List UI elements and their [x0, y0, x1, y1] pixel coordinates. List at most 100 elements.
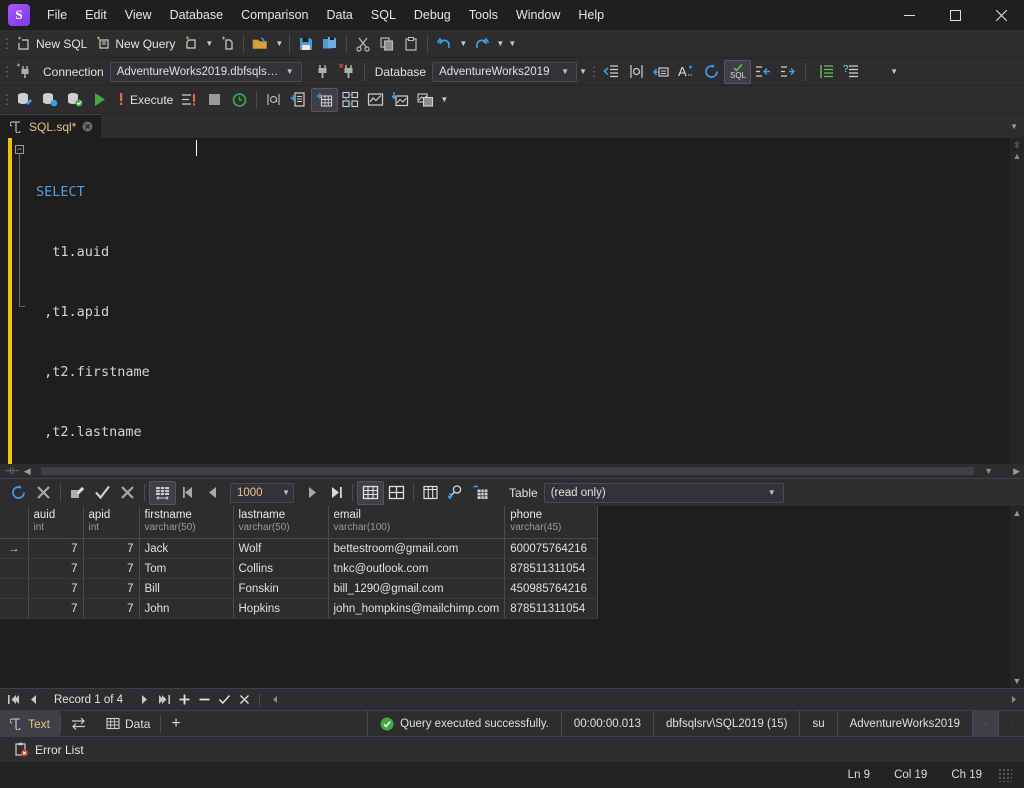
at-comment-button[interactable]	[624, 60, 649, 84]
results-cancel-button[interactable]	[31, 481, 56, 505]
connect-button[interactable]	[310, 60, 335, 84]
db-edit-button[interactable]	[12, 88, 37, 112]
row-selector[interactable]	[0, 598, 29, 619]
cell-auid[interactable]: 7	[28, 538, 84, 559]
menu-item-debug[interactable]: Debug	[405, 4, 460, 26]
last-record-icon[interactable]	[155, 691, 173, 709]
menu-item-edit[interactable]: Edit	[76, 4, 116, 26]
menu-item-help[interactable]: Help	[569, 4, 613, 26]
menu-item-file[interactable]: File	[38, 4, 76, 26]
row-selector[interactable]	[0, 558, 29, 579]
scroll-left-icon[interactable]: ◀	[24, 466, 31, 477]
layout-split-button[interactable]	[972, 711, 998, 736]
connection-toolbar-grip-2[interactable]	[589, 61, 599, 83]
hscroll-thumb[interactable]	[40, 467, 975, 475]
paste-button[interactable]	[399, 32, 423, 56]
cell-firstname[interactable]: John	[139, 598, 234, 619]
code-text[interactable]: SELECT t1.auid ,t1.apid ,t2.firstname ,t…	[28, 138, 1010, 464]
toolbar-grip[interactable]	[2, 33, 12, 55]
recnav-scroll-left-icon[interactable]	[266, 691, 284, 709]
row-limit-input[interactable]: 1000 ▼	[230, 482, 294, 503]
disconnect-button[interactable]	[335, 60, 360, 84]
outdent-button[interactable]	[751, 60, 776, 84]
cell-email[interactable]: bill_1290@gmail.com	[328, 578, 506, 599]
new-connection-button[interactable]	[12, 60, 37, 84]
first-record-icon[interactable]	[4, 691, 22, 709]
cell-lastname[interactable]: Collins	[233, 558, 329, 579]
editor-horizontal-scrollbar[interactable]: ⊣⊢ ◀ ▼ ▶	[0, 464, 1024, 478]
cell-lastname[interactable]: Fonskin	[233, 578, 329, 599]
grid-mode-button[interactable]	[149, 480, 176, 505]
new-doc-button[interactable]	[215, 32, 239, 56]
delete-record-icon[interactable]	[195, 691, 213, 709]
code-editor[interactable]: − SELECT t1.auid ,t1.apid ,t2.firstname …	[0, 138, 1024, 464]
cell-firstname[interactable]: Tom	[139, 558, 234, 579]
execute-button[interactable]: Execute	[112, 88, 177, 112]
cell-email[interactable]: bettestroom@gmail.com	[328, 538, 506, 559]
indent-block-button[interactable]	[599, 60, 624, 84]
minimize-icon[interactable]	[886, 0, 932, 30]
grid-table-container[interactable]: auid int apid int firstname varchar(50)	[0, 506, 1010, 688]
table-select[interactable]: (read only) ▼	[543, 482, 784, 503]
table-row[interactable]: 7 7 Bill Fonskin bill_1290@gmail.com 450…	[0, 578, 599, 599]
copy-grid-button[interactable]	[413, 88, 438, 112]
rollback-button[interactable]	[115, 481, 140, 505]
execute-toolbar-grip[interactable]	[2, 89, 12, 111]
execute-toolbar-overflow[interactable]: ▼	[438, 88, 450, 112]
cancel-edit-icon[interactable]	[235, 691, 253, 709]
grid-scroll-up-icon[interactable]: ▲	[1013, 508, 1022, 518]
columns-button[interactable]	[418, 481, 443, 505]
prev-record-icon[interactable]	[24, 691, 42, 709]
menu-item-database[interactable]: Database	[161, 4, 233, 26]
new-file-dropdown[interactable]: ▼	[203, 32, 215, 56]
column-header-firstname[interactable]: firstname varchar(50)	[139, 506, 234, 539]
cell-firstname[interactable]: Jack	[139, 538, 234, 559]
add-tab-button[interactable]: +	[161, 711, 190, 736]
bookmark-button[interactable]	[649, 60, 674, 84]
menu-item-tools[interactable]: Tools	[460, 4, 507, 26]
tabstrip-overflow[interactable]: ▼	[1010, 114, 1024, 138]
split-editor-icon[interactable]: ⊣⊢	[4, 466, 20, 477]
grid-scroll-down-icon[interactable]: ▼	[1013, 676, 1022, 686]
connection-toolbar-grip[interactable]	[2, 61, 12, 83]
editor-vertical-scrollbar[interactable]: ⇳ ▲	[1010, 138, 1024, 464]
fold-toggle-icon[interactable]: −	[15, 145, 24, 154]
redo-dropdown[interactable]: ▼	[494, 32, 506, 56]
database-select[interactable]: AdventureWorks2019 ▼	[432, 61, 578, 82]
db-check-button[interactable]	[62, 88, 87, 112]
column-header-auid[interactable]: auid int	[28, 506, 84, 539]
menu-item-window[interactable]: Window	[507, 4, 569, 26]
cell-auid[interactable]: 7	[28, 598, 84, 619]
editor-tab-sql[interactable]: SQL.sql*	[0, 114, 102, 138]
uncomment-button[interactable]: ?	[839, 60, 864, 84]
fold-gutter[interactable]: −	[12, 138, 28, 464]
close-tab-icon[interactable]	[82, 121, 93, 132]
open-folder-button[interactable]	[248, 32, 273, 56]
grid-view-button[interactable]	[357, 480, 384, 505]
plot-button[interactable]	[363, 88, 388, 112]
post-edit-icon[interactable]	[215, 691, 233, 709]
menu-item-view[interactable]: View	[116, 4, 161, 26]
cell-firstname[interactable]: Bill	[139, 578, 234, 599]
table-row[interactable]: 7 7 John Hopkins john_hompkins@mailchimp…	[0, 598, 599, 619]
add-record-icon[interactable]	[175, 691, 193, 709]
cell-apid[interactable]: 7	[83, 598, 140, 619]
cell-auid[interactable]: 7	[28, 578, 84, 599]
connection-toolbar-overflow[interactable]: ▼	[888, 60, 900, 84]
row-selector[interactable]: →	[0, 538, 29, 559]
last-page-button[interactable]	[324, 481, 348, 505]
error-list-panel[interactable]: Error List	[0, 736, 1024, 762]
save-button[interactable]	[294, 32, 318, 56]
db-refresh-button[interactable]	[37, 88, 62, 112]
format-case-button[interactable]: A	[674, 60, 699, 84]
toolbar-overflow[interactable]: ▼	[506, 32, 518, 56]
cell-apid[interactable]: 7	[83, 558, 140, 579]
results-refresh-button[interactable]	[6, 481, 31, 505]
cell-lastname[interactable]: Hopkins	[233, 598, 329, 619]
at-result-button[interactable]	[261, 88, 286, 112]
next-page-button[interactable]	[300, 481, 324, 505]
new-file-button[interactable]	[179, 32, 203, 56]
scroll-up-icon[interactable]: ▲	[1013, 151, 1022, 161]
prev-page-button[interactable]	[200, 481, 224, 505]
copy-button[interactable]	[375, 32, 399, 56]
